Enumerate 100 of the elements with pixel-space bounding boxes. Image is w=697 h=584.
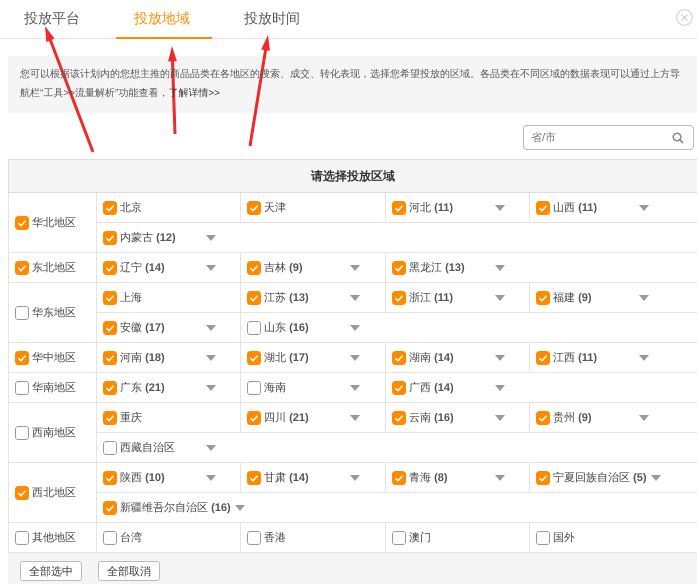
dropdown-caret-icon[interactable]	[639, 354, 649, 360]
province-option[interactable]: 甘肃 (14)	[247, 470, 346, 485]
checkbox[interactable]	[536, 200, 550, 214]
checkbox[interactable]	[392, 530, 406, 544]
province-option[interactable]: 香港	[247, 530, 346, 545]
dropdown-caret-icon[interactable]	[350, 354, 360, 360]
dropdown-caret-icon[interactable]	[206, 474, 216, 480]
checkbox[interactable]	[392, 260, 406, 274]
province-option[interactable]: 江西 (11)	[536, 350, 635, 365]
dropdown-caret-icon[interactable]	[206, 324, 216, 330]
checkbox[interactable]	[247, 350, 261, 364]
checkbox[interactable]	[15, 350, 29, 364]
province-option[interactable]: 河南 (18)	[103, 350, 202, 365]
province-option[interactable]: 福建 (9)	[536, 290, 635, 305]
dropdown-caret-icon[interactable]	[639, 294, 649, 300]
checkbox[interactable]	[15, 426, 29, 440]
dropdown-caret-icon[interactable]	[350, 294, 360, 300]
dropdown-caret-icon[interactable]	[350, 324, 360, 330]
region-option[interactable]: 西南地区	[15, 425, 76, 440]
search-field[interactable]: 省/市	[523, 125, 694, 150]
tab[interactable]: 投放时间	[226, 0, 322, 39]
dropdown-caret-icon[interactable]	[495, 414, 505, 420]
checkbox[interactable]	[15, 216, 29, 230]
province-option[interactable]: 河北 (11)	[392, 200, 491, 215]
dropdown-caret-icon[interactable]	[495, 384, 505, 390]
province-option[interactable]: 宁夏回族自治区 (5)	[536, 470, 647, 485]
bulk-action-button[interactable]: 全部选中	[20, 561, 82, 581]
dropdown-caret-icon[interactable]	[350, 474, 360, 480]
province-option[interactable]: 黑龙江 (13)	[392, 260, 491, 275]
checkbox[interactable]	[15, 306, 29, 320]
region-option[interactable]: 华东地区	[15, 305, 76, 320]
checkbox[interactable]	[103, 230, 117, 244]
checkbox[interactable]	[103, 290, 117, 304]
checkbox[interactable]	[536, 530, 550, 544]
province-option[interactable]: 西藏自治区	[103, 440, 202, 455]
checkbox[interactable]	[536, 470, 550, 484]
province-option[interactable]: 湖北 (17)	[247, 350, 346, 365]
checkbox[interactable]	[15, 530, 29, 544]
checkbox[interactable]	[103, 260, 117, 274]
province-option[interactable]: 新疆维吾尔自治区 (16)	[103, 500, 231, 515]
province-option[interactable]: 台湾	[103, 530, 202, 545]
dropdown-caret-icon[interactable]	[495, 204, 505, 210]
checkbox[interactable]	[103, 470, 117, 484]
dropdown-caret-icon[interactable]	[350, 384, 360, 390]
dropdown-caret-icon[interactable]	[206, 354, 216, 360]
dropdown-caret-icon[interactable]	[350, 264, 360, 270]
dropdown-caret-icon[interactable]	[495, 354, 505, 360]
bulk-action-button[interactable]: 全部取消	[98, 561, 160, 581]
province-option[interactable]: 云南 (16)	[392, 410, 491, 425]
dropdown-caret-icon[interactable]	[206, 384, 216, 390]
province-option[interactable]: 四川 (21)	[247, 410, 346, 425]
checkbox[interactable]	[247, 530, 261, 544]
checkbox[interactable]	[247, 410, 261, 424]
dropdown-caret-icon[interactable]	[234, 504, 245, 510]
checkbox[interactable]	[536, 290, 550, 304]
province-option[interactable]: 上海	[103, 290, 202, 305]
checkbox[interactable]	[103, 410, 117, 424]
checkbox[interactable]	[247, 380, 261, 394]
province-option[interactable]: 澳门	[392, 530, 491, 545]
checkbox[interactable]	[103, 440, 117, 454]
checkbox[interactable]	[103, 380, 117, 394]
dropdown-caret-icon[interactable]	[495, 294, 505, 300]
province-option[interactable]: 内蒙古 (12)	[103, 230, 202, 245]
checkbox[interactable]	[103, 530, 117, 544]
checkbox[interactable]	[392, 410, 406, 424]
region-option[interactable]: 华北地区	[15, 215, 76, 230]
province-option[interactable]: 青海 (8)	[392, 470, 491, 485]
checkbox[interactable]	[103, 200, 117, 214]
province-option[interactable]: 北京	[103, 200, 202, 215]
region-option[interactable]: 西北地区	[15, 485, 76, 500]
dropdown-caret-icon[interactable]	[639, 204, 649, 210]
province-option[interactable]: 广东 (21)	[103, 380, 202, 395]
province-option[interactable]: 海南	[247, 380, 346, 395]
tab[interactable]: 投放平台	[6, 0, 102, 39]
province-option[interactable]: 江苏 (13)	[247, 290, 346, 305]
province-option[interactable]: 山东 (16)	[247, 320, 346, 335]
checkbox[interactable]	[392, 200, 406, 214]
region-option[interactable]: 华南地区	[15, 380, 76, 395]
province-option[interactable]: 辽宁 (14)	[103, 260, 202, 275]
checkbox[interactable]	[392, 470, 406, 484]
checkbox[interactable]	[103, 350, 117, 364]
province-option[interactable]: 重庆	[103, 410, 202, 425]
checkbox[interactable]	[247, 320, 261, 334]
checkbox[interactable]	[392, 350, 406, 364]
close-icon[interactable]	[676, 9, 693, 26]
checkbox[interactable]	[15, 260, 29, 274]
dropdown-caret-icon[interactable]	[206, 444, 216, 450]
dropdown-caret-icon[interactable]	[350, 414, 360, 420]
checkbox[interactable]	[247, 260, 261, 274]
region-option[interactable]: 东北地区	[15, 260, 76, 275]
checkbox[interactable]	[247, 290, 261, 304]
province-option[interactable]: 湖南 (14)	[392, 350, 491, 365]
dropdown-caret-icon[interactable]	[495, 474, 505, 480]
checkbox[interactable]	[536, 350, 550, 364]
checkbox[interactable]	[247, 470, 261, 484]
checkbox[interactable]	[392, 380, 406, 394]
checkbox[interactable]	[247, 200, 261, 214]
checkbox[interactable]	[536, 410, 550, 424]
province-option[interactable]: 安徽 (17)	[103, 320, 202, 335]
province-option[interactable]: 陕西 (10)	[103, 470, 202, 485]
